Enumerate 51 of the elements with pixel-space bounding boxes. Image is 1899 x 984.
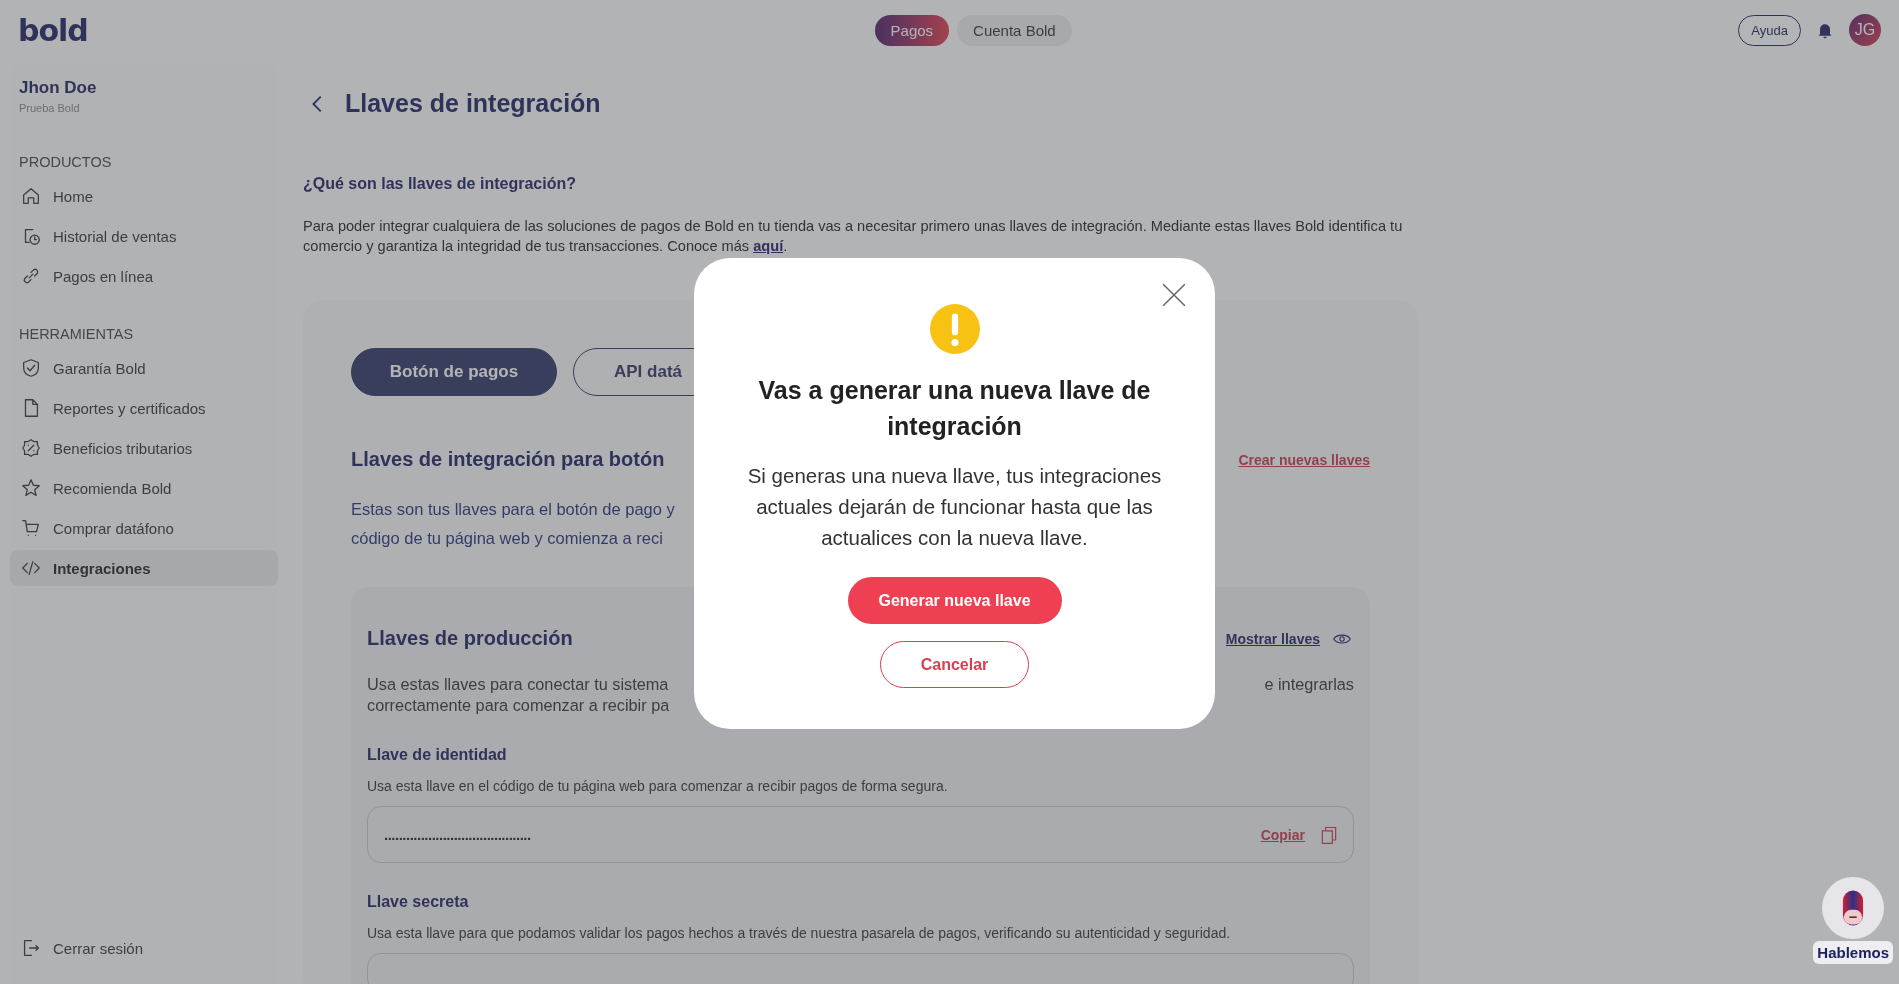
sidebar-item[interactable]: Garantía Bold [10,350,278,386]
intro-text: Para poder integrar cualquiera de las soluciones de pagos de Bold en tu tienda vas a necesitar primero unas llaves de integración. Mediante estas llaves Bold identifica tu comercio y garantiza la integridad de tus transacciones. Conoce más aquí. [303,217,1404,256]
sidebar-item[interactable]: Beneficios tributarios [10,430,278,466]
logo[interactable]: bold [18,12,88,48]
key-description: Usa esta llave para que podamos validar los pagos hechos a través de nuestra pasarela de pagos, verificando su autenticidad y seguridad. [367,925,1232,941]
key-label: Llave secreta [367,893,470,911]
chat-label[interactable]: Hablemos [1813,941,1893,964]
section-heading: PRODUCTOS [18,154,113,170]
logout-item[interactable]: Cerrar sesión [10,930,278,966]
close-icon[interactable] [1161,282,1187,308]
section-description: código de tu página web y comienza a reci [351,528,663,549]
intro-heading: ¿Qué son las llaves de integración? [303,175,577,193]
user-subtitle: Prueba Bold [18,102,81,114]
sidebar-item[interactable]: Pagos en línea [10,258,278,294]
user-name: Jhon Doe [18,78,98,98]
key-field[interactable]: ........................................ Copiar [367,806,1354,863]
section-heading: HERRAMIENTAS [18,326,135,342]
help-button[interactable]: Ayuda [1738,14,1801,46]
panel-description: correctamente para comenzar a recibir pa [367,695,670,716]
create-keys-link[interactable]: Crear nuevas llaves [1238,451,1370,468]
panel-description: Usa estas llaves para conectar tu sistema [367,674,669,695]
sidebar-item[interactable]: Reportes y certificados [10,390,278,426]
sidebar-item[interactable]: Comprar datáfono [10,510,278,546]
sidebar-item[interactable]: Home [10,178,278,214]
generate-key-button[interactable]: Generar nueva llave [847,577,1062,624]
sidebar-item[interactable]: Recomienda Bold [10,470,278,506]
mascot-icon [1842,889,1865,927]
section-title: Llaves de integración para botón [351,448,665,471]
nav-tab[interactable]: Pagos [874,14,950,46]
sidebar-item[interactable]: Historial de ventas [10,218,278,254]
shield-check-icon [20,357,42,379]
cart-icon [20,517,42,539]
page-title: Llaves de integración [345,89,601,118]
sidebar-item[interactable]: Integraciones [10,550,278,586]
dialog-message: Si generas una nueva llave, tus integraciones actuales dejarán de funcionar hasta que las actualices con la nueva llave. [746,463,1163,551]
section-description: Estas son tus llaves para el botón de pago y [351,499,675,520]
copy-link[interactable]: Copiar [1260,826,1305,843]
home-icon [20,185,42,207]
cancel-button[interactable]: Cancelar [880,641,1029,688]
panel-title: Llaves de producción [367,627,573,650]
dialog-title: Vas a generar una nueva llave de integración [757,375,1152,442]
user-avatar[interactable]: JG [1849,14,1881,46]
nav-tab[interactable]: Cuenta Bold [957,14,1072,46]
product-tab[interactable]: Botón de pagos [351,348,557,396]
key-description: Usa esta llave en el código de tu página web para comenzar a recibir pagos de forma segura. [367,778,949,794]
percent-badge-icon [20,437,42,459]
panel-description: e integrarlas [1264,674,1354,695]
star-icon [20,477,42,499]
show-keys-link[interactable]: Mostrar llaves [1225,630,1320,647]
warning-icon [929,304,980,354]
key-label: Llave de identidad [367,746,508,764]
